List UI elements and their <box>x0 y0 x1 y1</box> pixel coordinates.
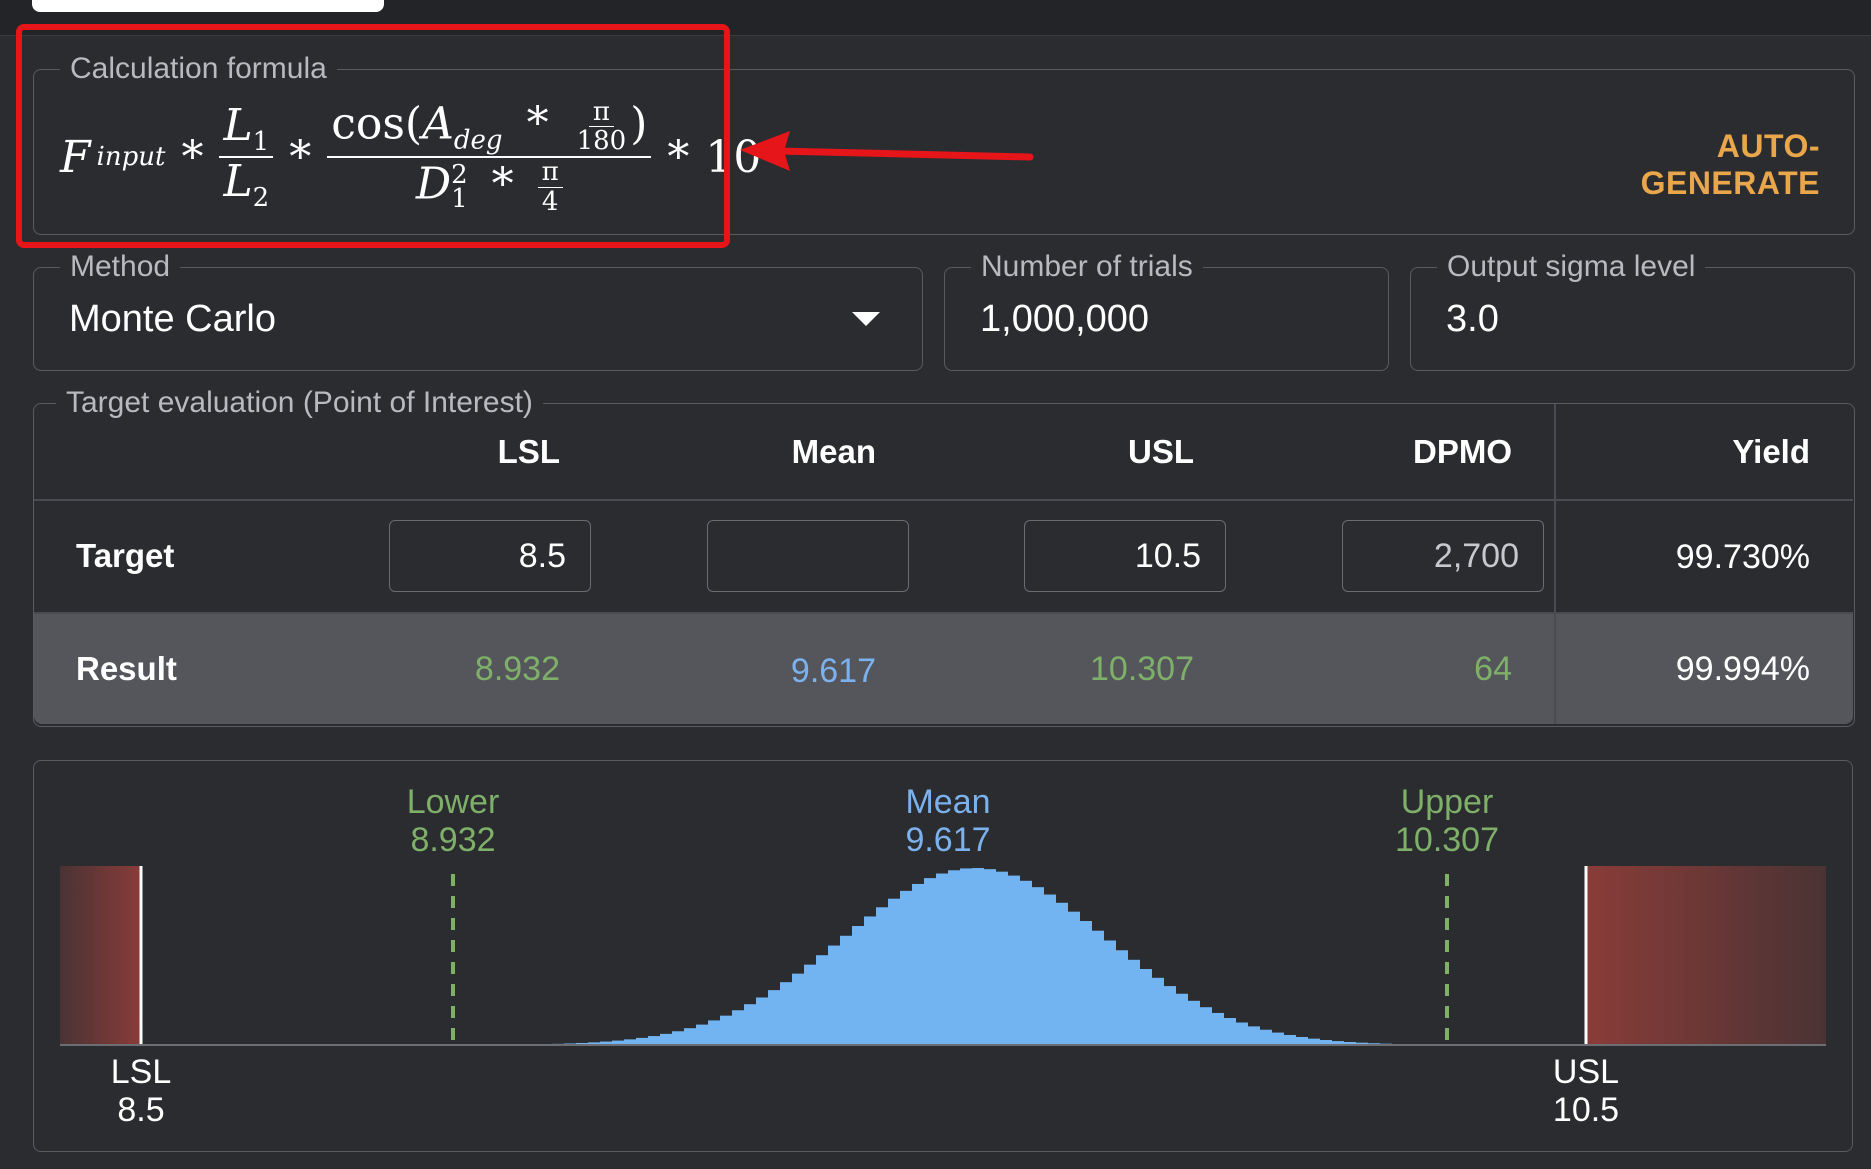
red-arrow-icon <box>740 131 1034 171</box>
sigma-value: 3.0 <box>1446 298 1499 340</box>
target-mean-input[interactable] <box>707 520 909 592</box>
usl-label-text: USL <box>1552 1053 1620 1091</box>
target-yield-value: 99.730% <box>1675 538 1810 576</box>
row-divider <box>34 612 1853 614</box>
yield-column-divider <box>1554 404 1556 724</box>
upper-label-value: 10.307 <box>1395 821 1499 859</box>
result-mean-value: 9.617 <box>790 652 876 690</box>
target-row-label: Target <box>76 537 175 574</box>
upper-label-text: Upper <box>1400 783 1494 821</box>
top-input-field[interactable] <box>32 0 384 12</box>
col-header-usl: USL <box>1128 433 1194 470</box>
method-legend: Method <box>70 250 171 283</box>
col-header-lsl: LSL <box>497 433 560 470</box>
sigma-legend: Output sigma level <box>1447 250 1696 283</box>
header-divider <box>34 499 1853 501</box>
trials-value: 1,000,000 <box>980 298 1150 340</box>
result-lsl-value: 8.932 <box>474 650 560 688</box>
lower-label-text: Lower <box>406 783 500 821</box>
col-header-dpmo: DPMO <box>1413 433 1512 470</box>
target-evaluation-panel: Target evaluation (Point of Interest) <box>33 386 1855 727</box>
trials-legend: Number of trials <box>981 250 1193 283</box>
target-dpmo-input[interactable]: 2,700 <box>1342 520 1544 592</box>
usl-axis-label: USL 10.5 <box>1526 1053 1646 1129</box>
formula-highlight-box <box>16 24 730 248</box>
target-evaluation-legend: Target evaluation (Point of Interest) <box>66 386 533 419</box>
mean-label: Mean 9.617 <box>868 783 1028 859</box>
result-row-label: Result <box>76 650 177 687</box>
usl-label-value: 10.5 <box>1552 1091 1620 1129</box>
lower-label-value: 8.932 <box>410 821 496 859</box>
result-usl-value: 10.307 <box>1090 650 1194 688</box>
target-lsl-input[interactable]: 8.5 <box>389 520 591 592</box>
target-usl-input[interactable]: 10.5 <box>1024 520 1226 592</box>
col-header-mean: Mean <box>791 433 876 470</box>
lsl-axis-label: LSL 8.5 <box>81 1053 201 1129</box>
mean-label-value: 9.617 <box>905 821 991 859</box>
mean-label-text: Mean <box>905 783 991 821</box>
lower-label: Lower 8.932 <box>373 783 533 859</box>
upper-label: Upper 10.307 <box>1367 783 1527 859</box>
lsl-label-value: 8.5 <box>117 1091 165 1129</box>
result-yield-value: 99.994% <box>1675 650 1810 688</box>
method-value: Monte Carlo <box>69 298 276 340</box>
result-dpmo-value: 64 <box>1474 650 1512 688</box>
col-header-yield: Yield <box>1732 433 1810 470</box>
chevron-down-icon[interactable] <box>852 312 880 326</box>
lsl-label-text: LSL <box>110 1053 172 1091</box>
auto-generate-button[interactable]: AUTO-GENERATE <box>1540 128 1820 202</box>
